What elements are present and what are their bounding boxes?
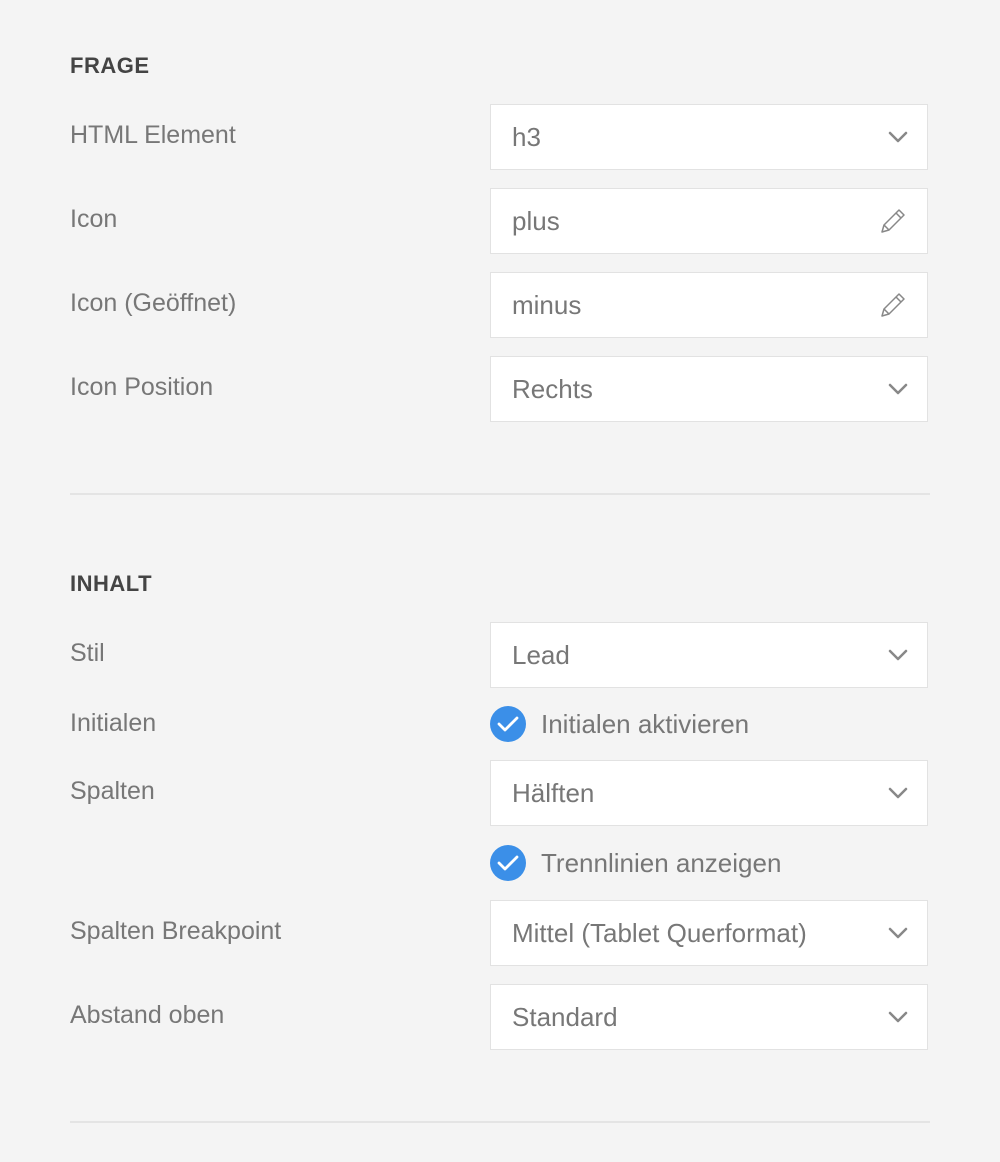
abstand-select[interactable]: Standard <box>490 984 928 1050</box>
icon-value: plus <box>512 205 560 236</box>
stil-select[interactable]: Lead <box>490 622 928 688</box>
spalten-select[interactable]: Hälften <box>490 760 928 826</box>
icon-open-field[interactable]: minus <box>490 272 928 338</box>
html-element-label: HTML Element <box>70 121 236 149</box>
stil-value: Lead <box>512 639 570 670</box>
check-icon[interactable] <box>490 845 526 881</box>
chevron-down-icon <box>887 782 909 804</box>
pencil-icon[interactable] <box>875 288 909 322</box>
icon-open-label: Icon (Geöffnet) <box>70 289 237 317</box>
icon-field[interactable]: plus <box>490 188 928 254</box>
stil-label: Stil <box>70 639 105 667</box>
icon-position-select[interactable]: Rechts <box>490 356 928 422</box>
section-title-inhalt: INHALT <box>70 571 153 596</box>
html-element-select[interactable]: h3 <box>490 104 928 170</box>
chevron-down-icon <box>887 922 909 944</box>
chevron-down-icon <box>887 378 909 400</box>
trennlinien-checkbox[interactable]: Trennlinien anzeigen <box>490 845 781 881</box>
icon-open-value: minus <box>512 289 582 320</box>
breakpoint-value: Mittel (Tablet Querformat) <box>512 917 807 948</box>
pencil-icon[interactable] <box>875 204 909 238</box>
initialen-checkbox[interactable]: Initialen aktivieren <box>490 706 749 742</box>
breakpoint-select[interactable]: Mittel (Tablet Querformat) <box>490 900 928 966</box>
check-icon[interactable] <box>490 706 526 742</box>
icon-position-label: Icon Position <box>70 373 214 401</box>
trennlinien-checkbox-label: Trennlinien anzeigen <box>541 847 782 878</box>
section-divider <box>70 493 930 495</box>
abstand-value: Standard <box>512 1001 618 1032</box>
html-element-value: h3 <box>512 121 541 152</box>
icon-position-value: Rechts <box>512 373 593 404</box>
section-divider <box>70 1121 930 1123</box>
abstand-label: Abstand oben <box>70 1001 225 1029</box>
breakpoint-label: Spalten Breakpoint <box>70 917 282 945</box>
spalten-value: Hälften <box>512 777 595 808</box>
spalten-label: Spalten <box>70 777 155 805</box>
chevron-down-icon <box>887 126 909 148</box>
chevron-down-icon <box>887 644 909 666</box>
chevron-down-icon <box>887 1006 909 1028</box>
icon-label: Icon <box>70 205 118 233</box>
initialen-checkbox-label: Initialen aktivieren <box>541 708 750 739</box>
initialen-label: Initialen <box>70 709 157 737</box>
section-title-frage: FRAGE <box>70 53 150 78</box>
